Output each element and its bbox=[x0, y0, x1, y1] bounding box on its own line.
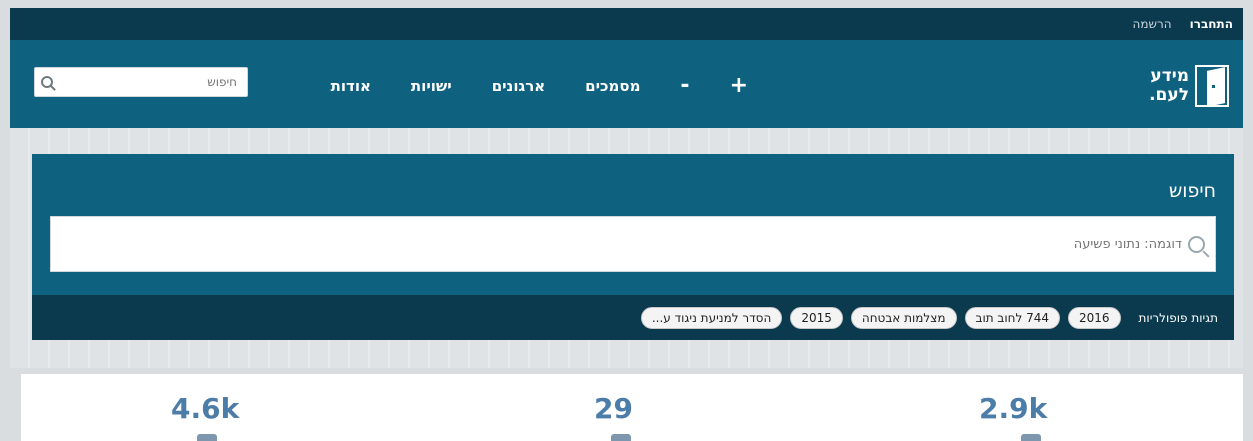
font-decrease-button[interactable]: - bbox=[680, 73, 689, 98]
logo-line-2: לעם. bbox=[1149, 85, 1189, 105]
search-icon[interactable] bbox=[41, 76, 53, 88]
popular-tags-label: תגיות פופולריות bbox=[1138, 310, 1218, 325]
stat-icon bbox=[197, 434, 217, 441]
search-title: חיפוש bbox=[1168, 180, 1216, 202]
nav-menu: + - מסמכים ארגונים ישויות אודות bbox=[331, 73, 748, 98]
logo-line-1: מידע bbox=[1150, 66, 1189, 86]
nav-search-box[interactable] bbox=[34, 67, 248, 97]
site-logo[interactable]: מידע לעם. bbox=[1119, 56, 1229, 116]
font-increase-button[interactable]: + bbox=[730, 73, 748, 98]
tag-chip[interactable]: הסדר למניעת ניגוד ע... bbox=[640, 306, 783, 329]
door-icon bbox=[1195, 65, 1229, 107]
stat-value: 29 bbox=[594, 392, 633, 425]
logo-text: מידע לעם. bbox=[1149, 67, 1189, 105]
nav-item-organizations[interactable]: ארגונים bbox=[492, 77, 545, 95]
stat-icon bbox=[1021, 434, 1041, 441]
tag-chip[interactable]: 2016 bbox=[1068, 306, 1121, 329]
nav-item-documents[interactable]: מסמכים bbox=[585, 77, 640, 95]
register-link[interactable]: הרשמה bbox=[1133, 17, 1172, 31]
stat-icon bbox=[611, 434, 631, 441]
search-icon bbox=[1188, 235, 1205, 253]
login-link[interactable]: התחברו bbox=[1190, 17, 1233, 31]
nav-item-entities[interactable]: ישויות bbox=[411, 77, 452, 95]
nav-item-about[interactable]: אודות bbox=[331, 77, 371, 95]
top-bar: התחברו הרשמה bbox=[10, 8, 1243, 40]
stats-section: 2.9k 29 4.6k bbox=[21, 374, 1243, 441]
tag-chip[interactable]: 2015 bbox=[790, 306, 843, 329]
main-search-box[interactable] bbox=[50, 216, 1216, 272]
main-navbar: מידע לעם. + - מסמכים ארגונים ישויות אודו… bbox=[10, 40, 1243, 128]
stat-value: 2.9k bbox=[979, 392, 1048, 425]
main-search-input[interactable] bbox=[61, 236, 1182, 252]
popular-tags-bar: תגיות פופולריות 2016 744 לחוב תוב מצלמות… bbox=[32, 295, 1234, 340]
tag-chip[interactable]: 744 לחוב תוב bbox=[964, 306, 1060, 329]
search-panel: חיפוש תגיות פופולריות 2016 744 לחוב תוב … bbox=[32, 154, 1234, 340]
stat-value: 4.6k bbox=[171, 392, 240, 425]
tag-chip[interactable]: מצלמות אבטחה bbox=[850, 306, 957, 329]
nav-search-input[interactable] bbox=[77, 75, 237, 89]
